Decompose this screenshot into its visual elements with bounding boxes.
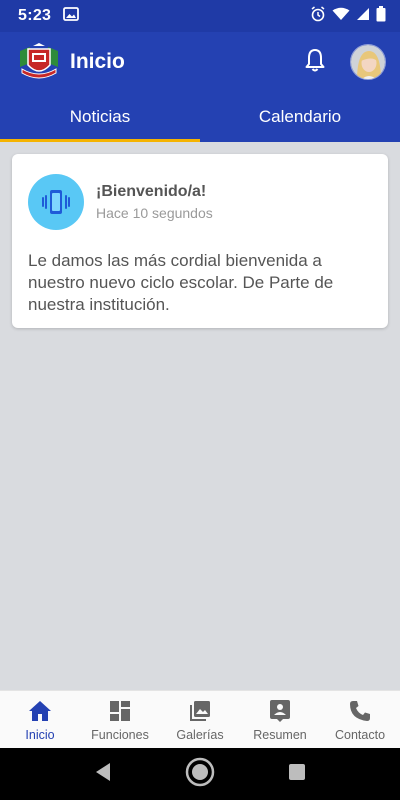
news-body: Le damos las más cordial bienvenida a nu… xyxy=(28,251,334,314)
image-notification-icon xyxy=(63,6,80,26)
avatar[interactable] xyxy=(350,44,386,80)
nav-label: Funciones xyxy=(91,727,149,742)
recents-icon[interactable] xyxy=(288,763,306,786)
nav-item-inicio[interactable]: Inicio xyxy=(0,691,80,748)
news-timestamp: Hace 10 segundos xyxy=(96,205,213,221)
news-card[interactable]: ¡Bienvenido/a! Hace 10 segundos Le damos… xyxy=(12,154,388,328)
tab-noticias[interactable]: Noticias xyxy=(0,92,200,142)
news-card-header: ¡Bienvenido/a! Hace 10 segundos xyxy=(28,174,372,230)
tab-label: Calendario xyxy=(258,107,342,126)
home-icon xyxy=(27,698,53,724)
wifi-icon xyxy=(332,7,350,26)
status-time: 5:23 xyxy=(18,7,52,24)
back-icon[interactable] xyxy=(94,762,112,787)
nav-label: Resumen xyxy=(253,727,307,742)
nav-item-resumen[interactable]: Resumen xyxy=(240,691,320,748)
phone-vibrate-icon xyxy=(28,174,84,230)
battery-icon xyxy=(376,5,386,27)
page-title: Inicio xyxy=(70,50,125,73)
nav-item-galerias[interactable]: Galerías xyxy=(160,691,240,748)
system-nav-bar xyxy=(0,748,400,800)
nav-label: Contacto xyxy=(334,727,386,742)
nav-item-contacto[interactable]: Contacto xyxy=(320,691,400,748)
nav-item-funciones[interactable]: Funciones xyxy=(80,691,160,748)
bottom-nav: Inicio Funciones Galerías Resumen Contac… xyxy=(0,690,400,748)
status-bar: 5:23 xyxy=(0,0,400,32)
dashboard-icon xyxy=(107,698,133,724)
nav-label: Galerías xyxy=(176,727,224,742)
photo-library-icon xyxy=(187,698,213,724)
home-circle-icon[interactable] xyxy=(184,756,216,793)
school-crest-logo xyxy=(16,42,62,82)
signal-icon xyxy=(356,7,370,26)
phone-icon xyxy=(347,698,373,724)
alarm-icon xyxy=(310,5,326,27)
person-summary-icon xyxy=(267,698,293,724)
nav-label: Inicio xyxy=(25,727,55,742)
tab-calendario[interactable]: Calendario xyxy=(200,92,400,142)
bell-icon[interactable] xyxy=(304,48,326,77)
tab-bar: Noticias Calendario xyxy=(0,92,400,142)
tab-label: Noticias xyxy=(69,107,131,126)
news-title: ¡Bienvenido/a! xyxy=(96,183,207,200)
app-bar: Inicio xyxy=(0,32,400,92)
news-feed: ¡Bienvenido/a! Hace 10 segundos Le damos… xyxy=(0,142,400,690)
